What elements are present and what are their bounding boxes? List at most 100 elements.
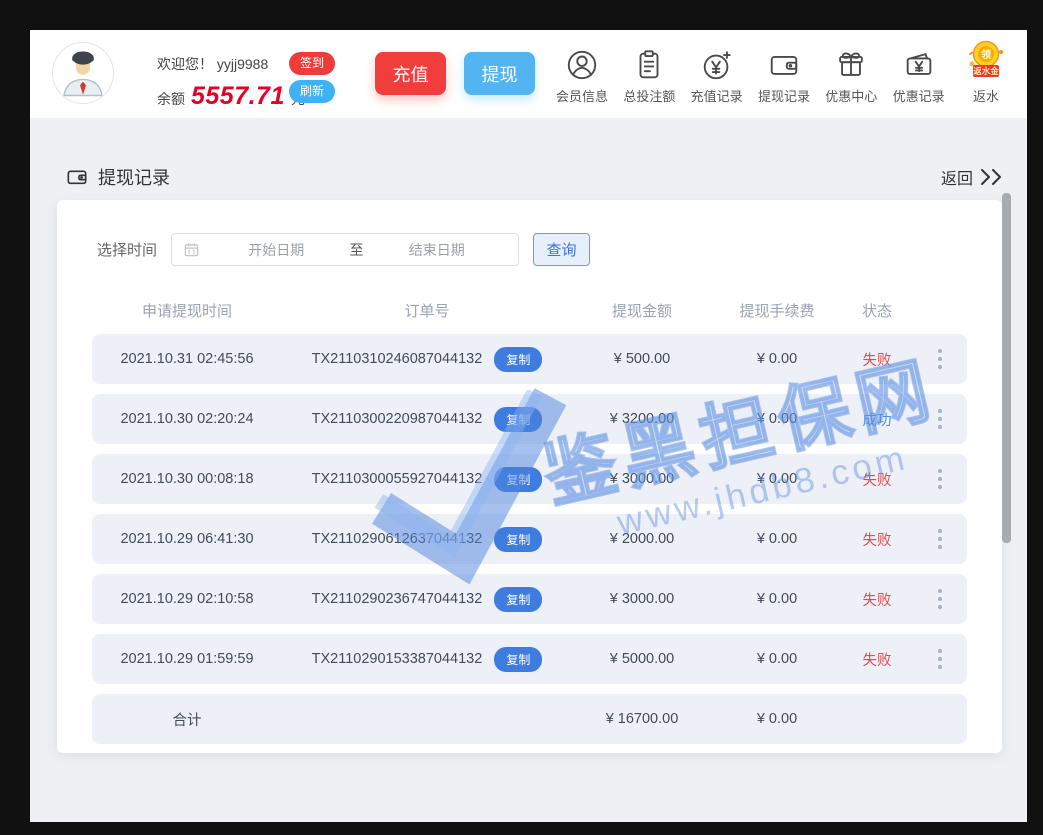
nav-label: 会员信息: [556, 86, 608, 105]
copy-button[interactable]: 复制: [494, 467, 542, 492]
avatar[interactable]: [52, 42, 114, 104]
copy-button[interactable]: 复制: [494, 407, 542, 432]
nav-rebate[interactable]: 领 返水金 返水: [953, 42, 1019, 105]
recharge-button[interactable]: 充值: [375, 52, 446, 95]
nav-promo-record[interactable]: 优惠记录: [886, 42, 952, 105]
total-row: 合计 ¥ 16700.00 ¥ 0.00: [92, 694, 967, 744]
nav-total-bets[interactable]: 总投注额: [616, 42, 682, 105]
nav-label: 总投注额: [623, 86, 675, 105]
copy-button[interactable]: 复制: [494, 527, 542, 552]
row-order: TX2110290236747044132 复制: [282, 587, 572, 612]
nav-recharge-record[interactable]: 充值记录: [684, 42, 750, 105]
back-label: 返回: [941, 165, 973, 189]
filter-label: 选择时间: [97, 239, 157, 260]
promo-center-icon: [834, 42, 868, 82]
title-row: 提现记录 返回: [30, 160, 1027, 194]
row-time: 2021.10.30 00:08:18: [92, 471, 282, 487]
order-number: TX2110290153387044132: [312, 651, 483, 667]
top-header: 欢迎您！ yyjj9988 余额 5557.71 元 签到 刷新 充值 提现 会…: [30, 30, 1027, 118]
order-number: TX2110290612637044132: [312, 531, 483, 547]
row-amount: ¥ 5000.00: [572, 651, 712, 667]
nav-promo-center[interactable]: 优惠中心: [818, 42, 884, 105]
table-row: 2021.10.30 02:20:24 TX211030022098704413…: [92, 394, 967, 444]
row-fee: ¥ 0.00: [712, 531, 842, 547]
copy-button[interactable]: 复制: [494, 347, 542, 372]
row-amount: ¥ 2000.00: [572, 531, 712, 547]
nav-label: 优惠记录: [893, 86, 945, 105]
sign-in-button[interactable]: 签到: [289, 52, 335, 75]
page-title: 提现记录: [65, 164, 170, 190]
nav-withdraw-record[interactable]: 提现记录: [751, 42, 817, 105]
query-button[interactable]: 查询: [533, 233, 590, 266]
back-link[interactable]: 返回: [941, 165, 1005, 189]
balance-row: 余额 5557.71 元: [157, 82, 305, 111]
page-root: 欢迎您！ yyjj9988 余额 5557.71 元 签到 刷新 充值 提现 会…: [30, 30, 1027, 822]
header-nav: 会员信息 总投注额 充值记录: [549, 42, 1019, 105]
table-row: 2021.10.29 02:10:58 TX211029023674704413…: [92, 574, 967, 624]
row-more-menu-icon[interactable]: [912, 589, 967, 609]
svg-text:返水金: 返水金: [973, 66, 999, 76]
balance-label: 余额: [157, 89, 185, 109]
row-status: 失败: [842, 529, 912, 550]
row-more-menu-icon[interactable]: [912, 469, 967, 489]
page-title-text: 提现记录: [98, 164, 170, 190]
double-chevron-right-icon: [979, 169, 1005, 185]
recharge-record-icon: [700, 42, 734, 82]
row-fee: ¥ 0.00: [712, 351, 842, 367]
copy-button[interactable]: 复制: [494, 587, 542, 612]
scrollbar-thumb[interactable]: [1002, 193, 1011, 543]
row-more-menu-icon[interactable]: [912, 649, 967, 669]
row-time: 2021.10.30 02:20:24: [92, 411, 282, 427]
filter-bar: 选择时间 开始日期 至 结束日期 查询: [97, 233, 590, 266]
withdraw-button[interactable]: 提现: [464, 52, 535, 95]
row-more-menu-icon[interactable]: [912, 529, 967, 549]
row-amount: ¥ 500.00: [572, 351, 712, 367]
total-label: 合计: [92, 709, 282, 730]
col-header-status: 状态: [842, 300, 912, 321]
welcome-text: 欢迎您！ yyjj9988: [157, 54, 268, 74]
row-fee: ¥ 0.00: [712, 651, 842, 667]
refresh-button[interactable]: 刷新: [289, 80, 335, 103]
wallet-icon: [65, 165, 89, 189]
order-number: TX2110290236747044132: [312, 591, 483, 607]
table-row: 2021.10.29 01:59:59 TX211029015338704413…: [92, 634, 967, 684]
row-status: 失败: [842, 469, 912, 490]
row-order: TX2110290153387044132 复制: [282, 647, 572, 672]
order-number: TX2110300055927044132: [312, 471, 483, 487]
order-number: TX2110310246087044132: [312, 351, 483, 367]
date-range-input[interactable]: 开始日期 至 结束日期: [171, 233, 519, 266]
row-more-menu-icon[interactable]: [912, 409, 967, 429]
row-order: TX2110310246087044132 复制: [282, 347, 572, 372]
col-header-fee: 提现手续费: [712, 300, 842, 321]
row-status: 失败: [842, 349, 912, 370]
table-row: 2021.10.31 02:45:56 TX211031024608704413…: [92, 334, 967, 384]
nav-member-info[interactable]: 会员信息: [549, 42, 615, 105]
promo-record-icon: [902, 42, 936, 82]
businessman-avatar-icon: [53, 43, 113, 103]
row-more-menu-icon[interactable]: [912, 349, 967, 369]
total-fee: ¥ 0.00: [712, 711, 842, 727]
row-amount: ¥ 3000.00: [572, 591, 712, 607]
row-order: TX2110300220987044132 复制: [282, 407, 572, 432]
row-time: 2021.10.29 01:59:59: [92, 651, 282, 667]
copy-button[interactable]: 复制: [494, 647, 542, 672]
total-amount: ¥ 16700.00: [572, 711, 712, 727]
row-status: 成功: [842, 409, 912, 430]
total-bets-icon: [632, 42, 666, 82]
row-order: TX2110290612637044132 复制: [282, 527, 572, 552]
row-amount: ¥ 3000.00: [572, 471, 712, 487]
table-header: 申请提现时间 订单号 提现金额 提现手续费 状态: [92, 292, 967, 328]
member-info-icon: [565, 42, 599, 82]
date-to-label: 至: [346, 240, 368, 260]
end-date-placeholder: 结束日期: [368, 240, 507, 260]
table-row: 2021.10.30 00:08:18 TX211030005592704413…: [92, 454, 967, 504]
nav-label: 提现记录: [758, 86, 810, 105]
col-header-order: 订单号: [282, 300, 572, 321]
row-fee: ¥ 0.00: [712, 591, 842, 607]
row-fee: ¥ 0.00: [712, 411, 842, 427]
start-date-placeholder: 开始日期: [207, 240, 346, 260]
row-time: 2021.10.31 02:45:56: [92, 351, 282, 367]
nav-label: 充值记录: [691, 86, 743, 105]
withdraw-records-card: 选择时间 开始日期 至 结束日期 查询 申请提现时间 订单号 提现金额 提现手续…: [57, 200, 1002, 753]
col-header-amount: 提现金额: [572, 300, 712, 321]
